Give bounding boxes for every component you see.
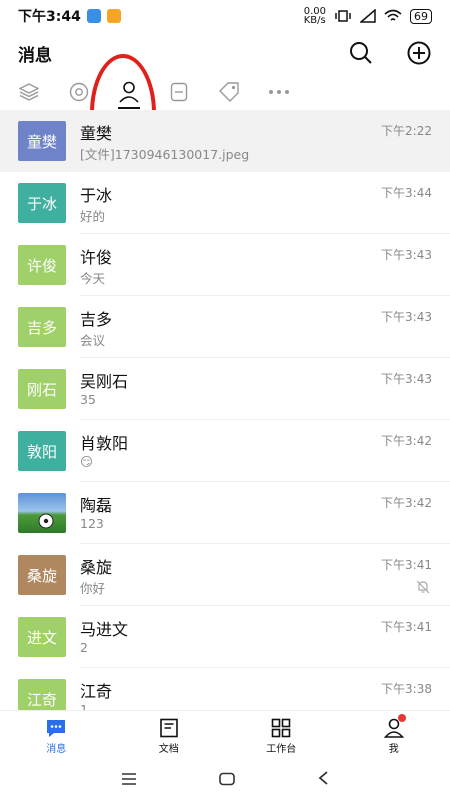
message-time: 下午3:43 — [381, 310, 432, 324]
menu-icon — [122, 772, 136, 785]
avatar-photo — [18, 493, 66, 533]
avatar: 吉多 — [18, 307, 66, 347]
filter-tabs — [0, 74, 450, 110]
notification-badge — [397, 714, 406, 722]
conversation-row[interactable]: 许俊 许俊 今天 下午3:43 — [0, 234, 450, 296]
home-icon — [219, 772, 235, 785]
app-notification-icon — [86, 9, 101, 23]
tab-tags[interactable] — [218, 79, 240, 105]
status-time: 下午3:44 — [18, 9, 81, 25]
avatar: 敦阳 — [18, 431, 66, 471]
avatar: 童樊 — [18, 121, 66, 161]
tab-more[interactable] — [268, 79, 290, 105]
avatar: 桑旋 — [18, 555, 66, 595]
plus-circle-icon — [407, 41, 431, 65]
contact-name: 吴刚石 — [80, 372, 129, 391]
soccer-ball-image — [38, 513, 54, 529]
avatar: 进文 — [18, 617, 66, 657]
status-bar: 下午3:44 0.00 KB/s 69 — [0, 0, 450, 32]
avatar: 刚石 — [18, 369, 66, 409]
nav-label: 文档 — [158, 743, 179, 755]
search-icon — [350, 42, 372, 64]
conversation-row[interactable]: 童樊 童樊 [文件]1730946130017.jpeg 下午2:22 — [0, 110, 450, 172]
nav-workbench[interactable]: 工作台 — [225, 711, 338, 761]
contact-name: 肖敦阳 — [80, 434, 129, 453]
conversation-row[interactable]: 刚石 吴刚石 35 下午3:43 — [0, 358, 450, 420]
contact-name: 江奇 — [80, 682, 113, 701]
contact-name: 于冰 — [80, 186, 113, 205]
message-time: 下午3:43 — [381, 372, 432, 386]
battery-indicator: 69 — [410, 8, 432, 24]
at-icon — [69, 82, 89, 102]
back-button[interactable] — [316, 770, 330, 790]
conversation-row[interactable]: 桑旋 桑旋 你好 下午3:41 — [0, 544, 450, 606]
message-preview: 😏 — [80, 454, 94, 469]
conversation-row[interactable]: 吉多 吉多 会议 下午3:43 — [0, 296, 450, 358]
nav-label: 工作台 — [266, 743, 297, 755]
message-preview: 你好 — [80, 581, 106, 596]
conversation-row[interactable]: 于冰 于冰 好的 下午3:44 — [0, 172, 450, 234]
message-preview: 今天 — [80, 271, 106, 286]
contact-name: 陶磊 — [80, 496, 113, 515]
message-time: 下午3:42 — [381, 496, 432, 510]
message-time: 下午3:44 — [381, 186, 432, 200]
bottom-nav: 消息 文档 工作台 我 — [0, 710, 450, 761]
search-button[interactable] — [348, 40, 374, 66]
tag-icon — [219, 82, 239, 102]
message-preview: 123 — [80, 516, 104, 531]
message-time: 下午3:38 — [381, 682, 432, 696]
avatar: 于冰 — [18, 183, 66, 223]
tab-notes[interactable] — [168, 79, 190, 105]
message-time: 下午3:43 — [381, 248, 432, 262]
tab-mentions[interactable] — [68, 79, 90, 105]
nav-messages[interactable]: 消息 — [0, 711, 113, 761]
message-preview: [文件]1730946130017.jpeg — [80, 147, 250, 162]
contact-name: 童樊 — [80, 124, 113, 143]
signal-icon — [360, 9, 376, 23]
grid-icon — [271, 718, 291, 737]
tab-layers[interactable] — [18, 79, 40, 105]
message-preview: 2 — [80, 640, 88, 655]
conversation-row[interactable]: 敦阳 肖敦阳 😏 下午3:42 — [0, 420, 450, 482]
contact-name: 马进文 — [80, 620, 129, 639]
network-speed: 0.00 KB/s — [303, 6, 326, 26]
note-icon — [170, 82, 188, 102]
wifi-icon — [384, 9, 402, 21]
vibrate-icon — [335, 10, 351, 22]
conversation-row[interactable]: 陶磊 123 下午3:42 — [0, 482, 450, 544]
nav-docs[interactable]: 文档 — [113, 711, 226, 761]
contact-name: 吉多 — [80, 310, 113, 329]
message-time: 下午3:41 — [381, 620, 432, 634]
message-preview: 会议 — [80, 333, 106, 348]
header: 消息 — [0, 32, 450, 74]
doc-icon — [159, 718, 178, 737]
nav-label: 我 — [388, 743, 399, 755]
message-preview: 35 — [80, 392, 96, 407]
nav-label: 消息 — [46, 743, 67, 755]
message-time: 下午3:42 — [381, 434, 432, 448]
more-icon — [269, 90, 289, 94]
avatar: 许俊 — [18, 245, 66, 285]
contact-name: 桑旋 — [80, 558, 113, 577]
back-icon — [318, 771, 328, 785]
conversation-list: 童樊 童樊 [文件]1730946130017.jpeg 下午2:22 于冰 于… — [0, 110, 450, 730]
home-button[interactable] — [218, 771, 236, 790]
bell-off-icon — [416, 580, 430, 594]
recents-button[interactable] — [120, 771, 138, 790]
contact-name: 许俊 — [80, 248, 113, 267]
message-time: 下午2:22 — [381, 124, 432, 138]
chat-icon — [47, 719, 66, 737]
add-button[interactable] — [406, 40, 432, 66]
message-time: 下午3:41 — [381, 558, 432, 572]
conversation-row[interactable]: 进文 马进文 2 下午3:41 — [0, 606, 450, 668]
message-preview: 好的 — [80, 209, 106, 224]
system-navigation-bar — [0, 760, 450, 800]
mi-icon — [106, 9, 121, 23]
page-title: 消息 — [18, 45, 52, 66]
nav-me[interactable]: 我 — [338, 711, 450, 761]
layers-icon — [19, 83, 39, 101]
